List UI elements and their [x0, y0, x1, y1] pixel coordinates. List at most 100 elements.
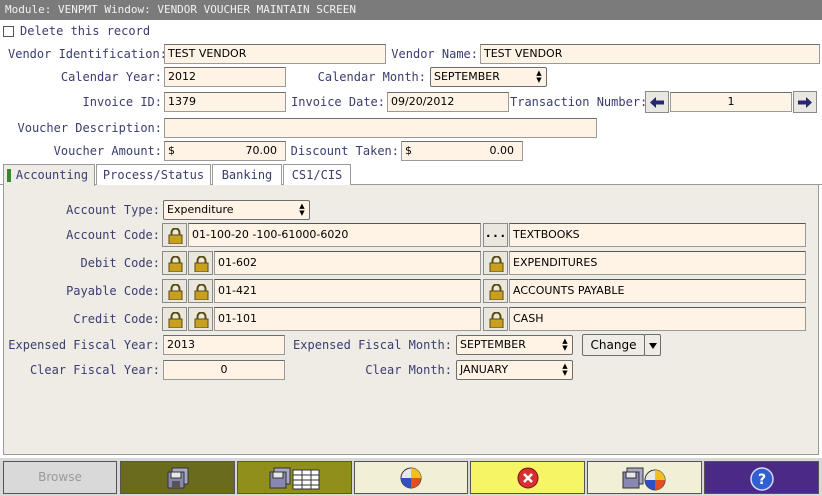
debit-code-label: Debit Code:: [80, 256, 160, 270]
lock-icon: [168, 228, 183, 244]
voucher-amount-value: 70.00: [245, 144, 278, 157]
debit-code-field[interactable]: 01-602: [214, 251, 481, 275]
browse-button[interactable]: Browse: [3, 461, 117, 494]
payable-code-description: ACCOUNTS PAYABLE: [509, 279, 806, 303]
voucher-description-field[interactable]: [164, 118, 597, 138]
discount-taken-field[interactable]: $ 0.00: [401, 141, 523, 161]
help-icon: ?: [749, 467, 774, 491]
clear-fiscal-year-label: Clear Fiscal Year:: [29, 363, 160, 377]
arrow-left-icon: [650, 97, 664, 108]
floppy-grid-icon: [269, 467, 319, 490]
voucher-description-label: Voucher Description:: [17, 121, 163, 135]
change-button[interactable]: Change: [582, 334, 645, 356]
delete-record-label: Delete this record: [20, 24, 151, 38]
transaction-number-field[interactable]: 1: [670, 92, 792, 112]
payable-code-desc-lock-button[interactable]: [483, 279, 508, 303]
vendor-name-label: Vendor Name:: [391, 47, 478, 61]
account-code-lookup-button[interactable]: ...: [483, 223, 508, 247]
credit-code-label: Credit Code:: [73, 312, 160, 326]
spinner-icon: ▲ ▼: [536, 69, 542, 84]
voucher-amount-currency: $: [168, 144, 175, 157]
change-button-label: Change: [590, 338, 637, 352]
tab-process-status-label: Process/Status: [102, 168, 205, 182]
clear-button[interactable]: [354, 461, 468, 494]
arrow-right-icon: [798, 97, 812, 108]
payable-code-label: Payable Code:: [66, 284, 160, 298]
calendar-year-label: Calendar Year:: [60, 70, 162, 84]
account-type-label: Account Type:: [66, 203, 160, 217]
account-code-description: TEXTBOOKS: [509, 223, 806, 247]
lock-icon: [168, 284, 183, 300]
lock-icon: [194, 312, 209, 328]
vendor-name-field[interactable]: TEST VENDOR: [480, 44, 820, 64]
floppy-wheel-icon: [622, 467, 665, 491]
calendar-year-field[interactable]: 2012: [164, 67, 286, 87]
debit-code-lock2-button[interactable]: [188, 251, 213, 275]
calendar-month-value: SEPTEMBER: [434, 70, 500, 83]
tab-banking[interactable]: Banking: [212, 164, 282, 185]
color-wheel-icon: [400, 467, 422, 489]
voucher-amount-field[interactable]: $ 70.00: [164, 141, 286, 161]
svg-text:?: ?: [757, 472, 765, 488]
invoice-id-label: Invoice ID:: [82, 95, 162, 109]
invoice-date-label: Invoice Date:: [291, 95, 385, 109]
expensed-fiscal-month-label: Expensed Fiscal Month:: [293, 338, 452, 352]
account-type-value: Expenditure: [167, 203, 234, 216]
change-dropdown-button[interactable]: [644, 334, 661, 356]
invoice-id-field[interactable]: 1379: [164, 92, 286, 112]
payable-code-lock-button[interactable]: [162, 279, 187, 303]
tab-banking-label: Banking: [221, 168, 273, 182]
previous-transaction-button[interactable]: [645, 91, 669, 113]
save-multiple-button[interactable]: [237, 461, 352, 494]
credit-code-lock-button[interactable]: [162, 307, 187, 331]
lock-icon: [489, 284, 504, 300]
expensed-fiscal-month-select[interactable]: SEPTEMBER ▲ ▼: [456, 335, 573, 355]
clear-month-select[interactable]: JANUARY ▲ ▼: [456, 360, 573, 380]
lock-icon: [489, 312, 504, 328]
expensed-fiscal-year-field[interactable]: 2013: [163, 335, 285, 355]
lock-icon: [168, 312, 183, 328]
floppy-icon: [167, 467, 188, 489]
account-code-label: Account Code:: [66, 228, 160, 242]
save-record-button[interactable]: [120, 461, 235, 494]
clear-fiscal-year-field[interactable]: 0: [163, 360, 285, 380]
voucher-amount-label: Voucher Amount:: [53, 144, 162, 158]
spinner-icon: ▲ ▼: [562, 362, 568, 377]
account-type-select[interactable]: Expenditure ▲ ▼: [163, 200, 310, 220]
calendar-month-select[interactable]: SEPTEMBER ▲ ▼: [430, 67, 547, 87]
payable-code-lock2-button[interactable]: [188, 279, 213, 303]
cancel-icon: [517, 467, 538, 489]
spinner-icon: ▲ ▼: [562, 337, 568, 352]
credit-code-lock2-button[interactable]: [188, 307, 213, 331]
discount-taken-value: 0.00: [489, 144, 515, 157]
tab-accounting[interactable]: Accounting: [3, 164, 95, 186]
discount-taken-label: Discount Taken:: [290, 144, 399, 158]
expensed-fiscal-month-value: SEPTEMBER: [460, 338, 526, 351]
expensed-fiscal-year-label: Expensed Fiscal Year:: [8, 338, 160, 352]
tab-cs1-cis-label: CS1/CIS: [291, 168, 343, 182]
invoice-date-field[interactable]: 09/20/2012: [387, 92, 509, 112]
account-code-lock-button[interactable]: [162, 223, 187, 247]
debit-code-lock-button[interactable]: [162, 251, 187, 275]
vendor-id-field[interactable]: TEST VENDOR: [164, 44, 386, 64]
delete-record-checkbox[interactable]: [3, 26, 14, 37]
lock-icon: [194, 284, 209, 300]
clear-month-value: JANUARY: [460, 363, 509, 376]
credit-code-desc-lock-button[interactable]: [483, 307, 508, 331]
credit-code-description: CASH: [509, 307, 806, 331]
lock-icon: [489, 256, 504, 272]
cancel-button[interactable]: [470, 461, 585, 494]
account-code-field[interactable]: 01-100-20 -100-61000-6020: [188, 223, 481, 247]
lock-icon: [168, 256, 183, 272]
debit-code-desc-lock-button[interactable]: [483, 251, 508, 275]
payable-code-field[interactable]: 01-421: [214, 279, 481, 303]
save-clear-button[interactable]: [587, 461, 702, 494]
help-button[interactable]: ?: [704, 461, 819, 494]
browse-button-label: Browse: [38, 470, 82, 484]
spinner-icon: ▲ ▼: [299, 202, 305, 217]
tab-cs1-cis[interactable]: CS1/CIS: [283, 164, 351, 185]
transaction-number-label: Transaction Number:: [510, 95, 648, 109]
tab-process-status[interactable]: Process/Status: [96, 164, 211, 185]
next-transaction-button[interactable]: [793, 91, 817, 113]
credit-code-field[interactable]: 01-101: [214, 307, 481, 331]
